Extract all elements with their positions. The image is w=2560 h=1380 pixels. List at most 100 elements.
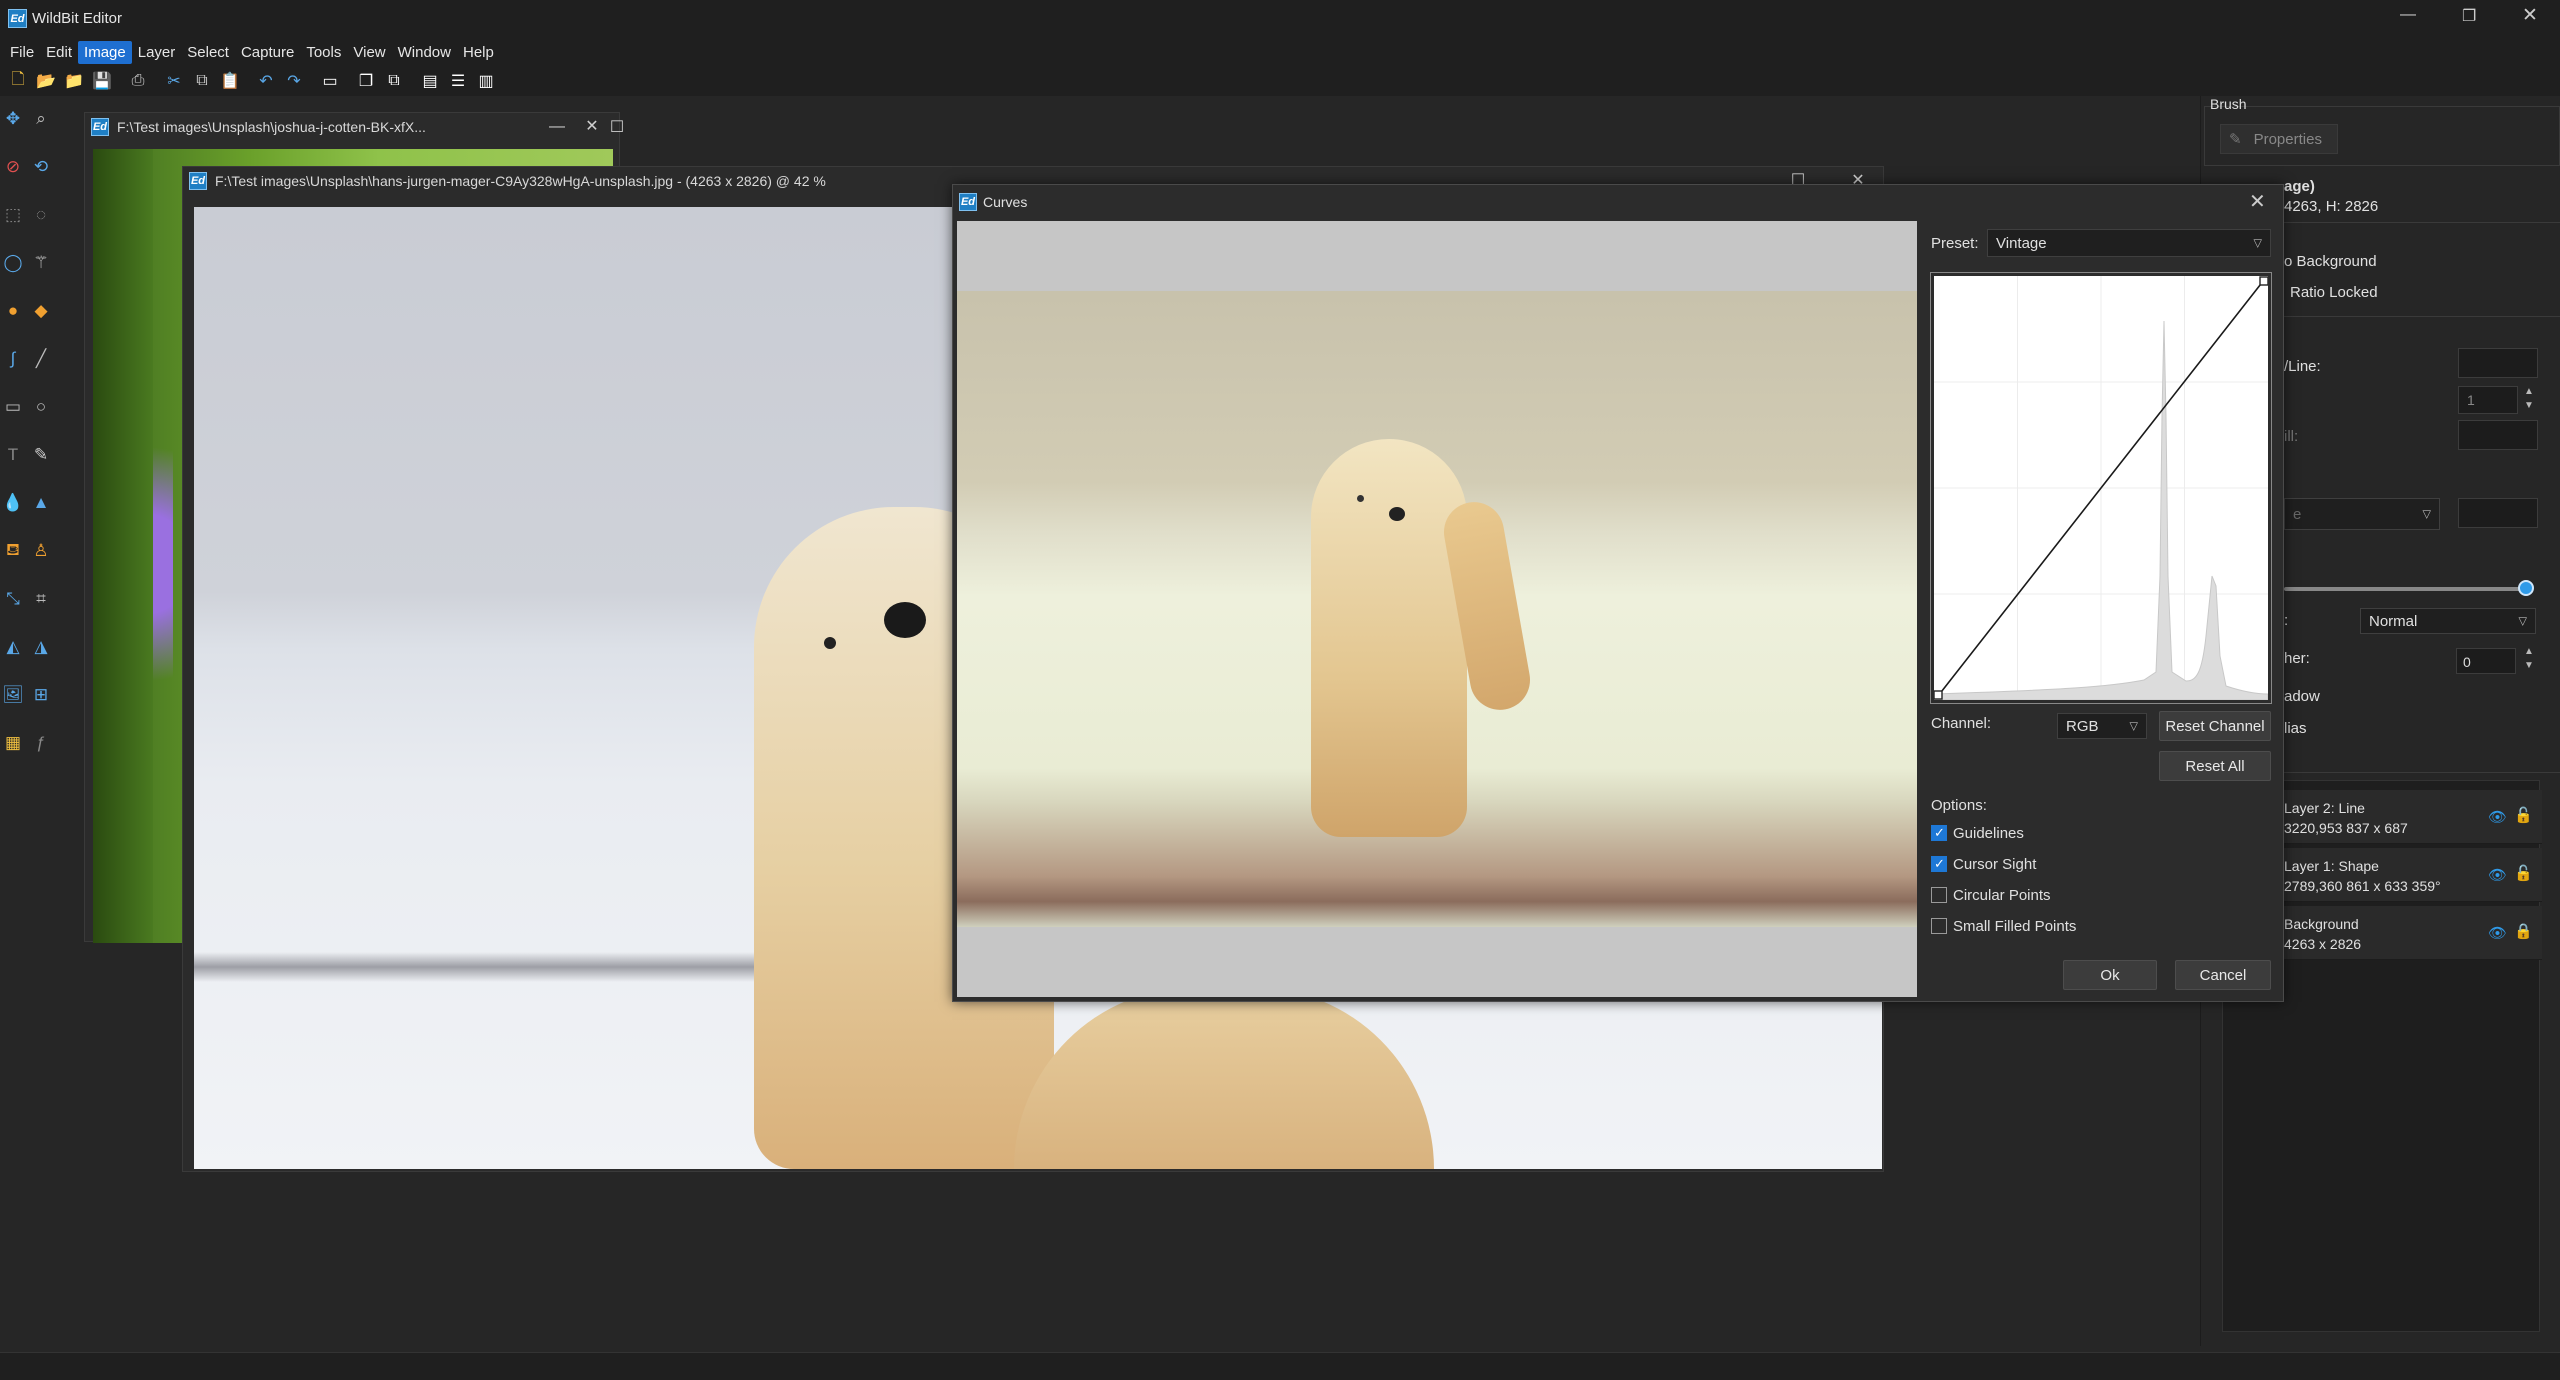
background-option[interactable]: o Background — [2284, 253, 2377, 270]
open-recent-icon[interactable]: 📁 — [60, 69, 88, 93]
cursor-sight-checkbox[interactable] — [1931, 856, 1947, 872]
restore-icon[interactable]: ❐ — [2462, 6, 2476, 26]
minimize-icon[interactable]: — — [2400, 6, 2416, 24]
feather-label: her: — [2284, 650, 2310, 667]
eye-icon[interactable]: 👁 — [2488, 924, 2507, 942]
circular-points-checkbox[interactable] — [1931, 887, 1947, 903]
preset-select[interactable]: Vintage ▽ — [1987, 229, 2271, 257]
no-select-icon[interactable]: ⊘ — [2, 156, 24, 178]
eyedropper-icon[interactable]: ⤡ — [2, 588, 24, 610]
menu-tools[interactable]: Tools — [300, 41, 347, 64]
print-icon[interactable]: ⎙ — [124, 69, 152, 93]
eraser-icon[interactable]: ◆ — [30, 300, 52, 322]
line-color-field[interactable] — [2458, 348, 2538, 378]
undo-icon[interactable]: ↶ — [252, 69, 280, 93]
menu-select[interactable]: Select — [181, 41, 235, 64]
shadow-option[interactable]: adow — [2284, 688, 2320, 705]
doc1-close-icon[interactable]: ✕ — [572, 112, 612, 140]
transform-icon[interactable]: ⟲ — [30, 156, 52, 178]
opacity-slider[interactable] — [2284, 587, 2524, 591]
text-icon[interactable]: T — [2, 444, 24, 466]
close-icon[interactable]: ✕ — [2522, 4, 2538, 27]
dialog-close-icon[interactable]: ✕ — [2249, 189, 2266, 214]
style-color-field[interactable] — [2458, 498, 2538, 528]
bucket-icon[interactable]: ⛾ — [2, 540, 24, 562]
reset-all-button[interactable]: Reset All — [2159, 751, 2271, 781]
tile-split-icon[interactable]: ☰ — [444, 69, 472, 93]
menu-help[interactable]: Help — [457, 41, 500, 64]
redo-icon[interactable]: ↷ — [280, 69, 308, 93]
lasso-icon[interactable]: ◯ — [2, 252, 24, 274]
save-icon[interactable]: 💾 — [88, 69, 116, 93]
doc1-minimize-icon[interactable]: — — [537, 113, 577, 141]
line-icon[interactable]: ╱ — [30, 348, 52, 370]
menu-file[interactable]: File — [4, 41, 40, 64]
reset-channel-button[interactable]: Reset Channel — [2159, 711, 2271, 741]
stamp-icon[interactable]: ♙ — [30, 540, 52, 562]
tile-vertical-icon[interactable]: ▥ — [472, 69, 500, 93]
paste-icon[interactable]: 📋 — [216, 69, 244, 93]
unlock-icon[interactable]: 🔓 — [2514, 806, 2533, 824]
fill-color-field[interactable] — [2458, 420, 2538, 450]
unlock-icon[interactable]: 🔓 — [2514, 864, 2533, 882]
menu-capture[interactable]: Capture — [235, 41, 300, 64]
cancel-button[interactable]: Cancel — [2175, 960, 2271, 990]
title-bar: Ed WildBit Editor — ❐ ✕ — [0, 0, 2560, 38]
curve-graph[interactable] — [1930, 272, 2272, 704]
magic-wand-icon[interactable]: ⚚ — [30, 252, 52, 274]
cut-icon[interactable]: ✂ — [160, 69, 188, 93]
menu-view[interactable]: View — [347, 41, 391, 64]
menu-window[interactable]: Window — [392, 41, 457, 64]
image-adjust-icon[interactable]: ⊞ — [30, 684, 52, 706]
blend-mode-select[interactable]: Normal ▽ — [2360, 608, 2536, 634]
pencil-icon[interactable]: ✎ — [30, 444, 52, 466]
feather-field[interactable]: 0 — [2456, 648, 2516, 674]
move-icon[interactable]: ✥ — [2, 108, 24, 130]
eye-icon[interactable]: 👁 — [2488, 808, 2507, 826]
sharpen-icon[interactable]: ▲ — [30, 492, 52, 514]
ratio-locked-option[interactable]: Ratio Locked — [2290, 284, 2378, 301]
ellipse-icon[interactable]: ○ — [30, 396, 52, 418]
doc1-title: F:\Test images\Unsplash\joshua-j-cotten-… — [117, 119, 426, 135]
rectangle-icon[interactable]: ▭ — [2, 396, 24, 418]
copy-icon[interactable]: ⧉ — [188, 69, 216, 93]
tile-icon[interactable]: ⧉ — [380, 69, 408, 93]
feather-down-icon[interactable]: ▼ — [2524, 660, 2534, 671]
open-folder-icon[interactable]: 📂 — [32, 69, 60, 93]
stroke-up-icon[interactable]: ▲ — [2524, 386, 2534, 397]
style-select[interactable]: e ▽ — [2284, 498, 2440, 530]
palette-icon[interactable]: ▦ — [2, 732, 24, 754]
curve-point-high[interactable] — [2259, 276, 2268, 286]
cascade-icon[interactable]: ❐ — [352, 69, 380, 93]
image-icon[interactable]: 🖼 — [2, 684, 24, 706]
curve-point-low[interactable] — [1934, 690, 1943, 700]
curve-icon[interactable]: ∫ — [2, 348, 24, 370]
lock-icon[interactable]: 🔒 — [2514, 922, 2533, 940]
new-file-icon[interactable]: 🗋 — [4, 69, 32, 93]
screen-icon[interactable]: ▭ — [316, 69, 344, 93]
menu-image[interactable]: Image — [78, 40, 132, 64]
zoom-icon[interactable]: ⌕ — [30, 108, 52, 130]
stroke-width-field[interactable]: 1 — [2458, 386, 2518, 414]
brush-icon[interactable]: ● — [2, 300, 24, 322]
menu-edit[interactable]: Edit — [40, 41, 78, 64]
rect-select-icon[interactable]: ⬚ — [2, 204, 24, 226]
channel-select[interactable]: RGB ▽ — [2057, 713, 2147, 739]
feather-up-icon[interactable]: ▲ — [2524, 646, 2534, 657]
ok-button[interactable]: Ok — [2063, 960, 2157, 990]
stroke-down-icon[interactable]: ▼ — [2524, 400, 2534, 411]
flip-vertical-icon[interactable]: ◮ — [30, 636, 52, 658]
guidelines-checkbox[interactable] — [1931, 825, 1947, 841]
ellipse-select-icon[interactable]: ◌ — [30, 204, 52, 226]
properties-button[interactable]: ✎ Properties — [2220, 124, 2338, 154]
opacity-slider-handle[interactable] — [2518, 580, 2534, 596]
drop-icon[interactable]: 💧 — [2, 492, 24, 514]
tile-horizontal-icon[interactable]: ▤ — [416, 69, 444, 93]
eye-icon[interactable]: 👁 — [2488, 866, 2507, 884]
antialias-option[interactable]: lias — [2284, 720, 2307, 737]
menu-layer[interactable]: Layer — [132, 41, 182, 64]
flip-horizontal-icon[interactable]: ◭ — [2, 636, 24, 658]
effects-icon[interactable]: ƒ — [30, 732, 52, 754]
crop-icon[interactable]: ⌗ — [30, 588, 52, 610]
small-filled-points-checkbox[interactable] — [1931, 918, 1947, 934]
